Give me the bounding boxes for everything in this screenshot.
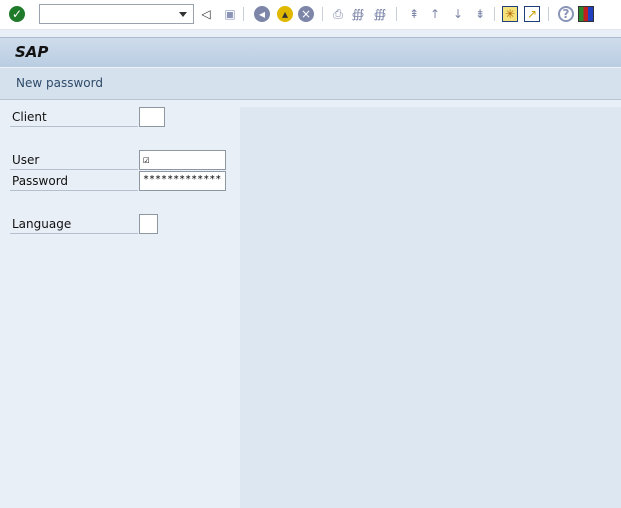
print-icon[interactable]: ⎙ — [330, 6, 346, 22]
user-input[interactable]: ☑ — [139, 150, 226, 170]
new-password-button[interactable]: New password — [16, 76, 103, 90]
language-input[interactable] — [139, 214, 158, 234]
client-input[interactable] — [139, 107, 165, 127]
separator — [322, 7, 323, 21]
exit-icon[interactable]: ▴ — [277, 6, 293, 22]
back-icon[interactable]: ◂ — [254, 6, 270, 22]
system-toolbar: ✓ ◁ ▣ ◂ ▴ × ⎙ ∰ ∰ ⇞ ↑ ↓ ⇟ ✳ ↗ ? — [0, 0, 621, 30]
cancel-icon[interactable]: × — [298, 6, 314, 22]
create-session-icon[interactable]: ✳ — [502, 6, 518, 22]
first-page-icon[interactable]: ⇞ — [406, 6, 422, 22]
save-icon[interactable]: ▣ — [222, 6, 238, 22]
last-page-icon[interactable]: ⇟ — [472, 6, 488, 22]
command-field[interactable] — [39, 4, 194, 24]
separator — [548, 7, 549, 21]
separator — [396, 7, 397, 21]
user-label: User — [10, 150, 138, 170]
help-icon[interactable]: ? — [558, 6, 574, 22]
title-bar: SAP — [0, 37, 621, 67]
separator — [243, 7, 244, 21]
find-icon[interactable]: ∰ — [350, 6, 366, 22]
back-triangle-icon[interactable]: ◁ — [198, 6, 214, 22]
enter-icon[interactable]: ✓ — [9, 6, 25, 22]
client-label: Client — [10, 107, 138, 127]
application-toolbar: New password — [0, 67, 621, 100]
password-input[interactable]: ************* — [139, 171, 226, 191]
dropdown-arrow-icon[interactable] — [179, 12, 187, 17]
next-page-icon[interactable]: ↓ — [450, 6, 466, 22]
password-label: Password — [10, 171, 138, 191]
shortcut-icon[interactable]: ↗ — [524, 6, 540, 22]
page-title: SAP — [15, 43, 49, 61]
separator — [494, 7, 495, 21]
previous-page-icon[interactable]: ↑ — [427, 6, 443, 22]
right-panel — [240, 107, 621, 508]
language-label: Language — [10, 214, 138, 234]
find-next-icon[interactable]: ∰ — [372, 6, 388, 22]
customize-layout-icon[interactable] — [578, 6, 594, 22]
